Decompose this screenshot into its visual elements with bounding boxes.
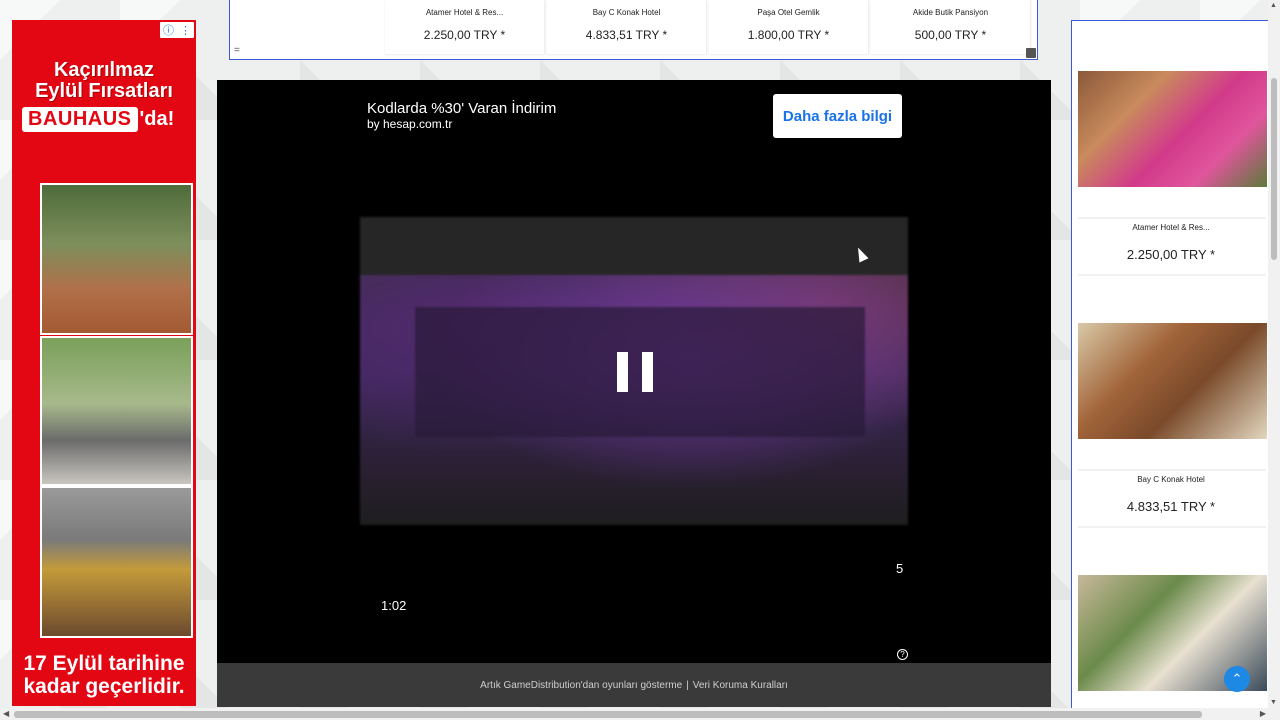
hotel-card-list: Atamer Hotel & Res... 2.250,00 TRY * Bay… (385, 0, 1031, 54)
hotel-name: Atamer Hotel & Res... (1132, 223, 1210, 232)
video-blurred-header (360, 217, 908, 275)
hotel-card[interactable]: Akide Butik Pansiyon 500,00 TRY * (871, 0, 1031, 54)
bauhaus-logo: BAUHAUS 'da! (22, 104, 188, 134)
ad-photo-power-drill (40, 486, 193, 638)
hotel-price: 4.833,51 TRY * (1126, 499, 1216, 514)
video-time: 1:02 (381, 598, 407, 613)
ad-headline-line2: Eylül Fırsatları (35, 80, 173, 102)
player-footer: Artık GameDistribution'dan oyunları göst… (217, 663, 1051, 707)
bauhaus-skyscraper-ad[interactable]: ⓘ ⋮ Kaçırılmaz Eylül Fırsatları BAUHAUS … (12, 20, 196, 706)
hotel-name: Bay C Konak Hotel (1137, 475, 1205, 484)
ad-tagline-line1: 17 Eylül tarihine (23, 652, 185, 675)
hotel-card[interactable]: Paşa Otel Gemlik 1.800,00 TRY * (709, 0, 869, 54)
ad-advertiser: by hesap.com.tr (367, 117, 453, 131)
hotel-card[interactable]: Atamer Hotel & Res... 2.250,00 TRY * (385, 0, 545, 54)
hotel-price: 1.800,00 TRY * (747, 28, 830, 42)
hotel-price: 500,00 TRY * (914, 28, 987, 42)
opt-out-link[interactable]: Artık GameDistribution'dan oyunları göst… (480, 680, 682, 691)
hotel-image[interactable] (1078, 71, 1267, 187)
right-hotel-widget: Atamer Hotel & Res... 2.250,00 TRY * Bay… (1071, 20, 1269, 708)
ad-tagline-line2: kadar geçerlidir. (23, 675, 185, 698)
video-ad-player[interactable]: Kodlarda %30' Varan İndirim by hesap.com… (217, 80, 1051, 707)
widget-menu-icon[interactable]: = (234, 45, 240, 56)
ad-headline-line1: Kaçırılmaz (53, 59, 155, 81)
hotel-name: Bay C Konak Hotel (592, 8, 661, 17)
hotel-name: Akide Butik Pansiyon (912, 8, 989, 17)
vertical-scroll-thumb[interactable] (1271, 78, 1277, 260)
hotel-name: Atamer Hotel & Res... (425, 8, 504, 17)
privacy-policy-link[interactable]: Veri Koruma Kuralları (693, 680, 788, 691)
ad-photo-garden-sofa (40, 336, 193, 486)
pause-icon[interactable] (617, 352, 653, 392)
ad-photo-patio-table (40, 183, 193, 335)
card-divider (1078, 469, 1266, 471)
card-divider (1078, 217, 1266, 219)
ad-tagline: 17 Eylül tarihine kadar geçerlidir. (12, 652, 196, 698)
hotel-image[interactable] (1078, 323, 1267, 439)
ad-headline: Kaçırılmaz Eylül Fırsatları (12, 60, 196, 102)
hotel-price: 4.833,51 TRY * (585, 28, 668, 42)
card-divider (1078, 526, 1266, 528)
scroll-down-arrow-icon[interactable]: ▼ (1270, 699, 1277, 706)
vertical-scrollbar[interactable]: ▲ ▼ (1268, 0, 1280, 708)
brand-name: BAUHAUS (22, 106, 138, 132)
scroll-up-arrow-icon[interactable]: ▲ (1270, 2, 1277, 9)
kebab-menu-icon[interactable]: ⋮ (180, 24, 191, 37)
footer-separator: | (686, 679, 689, 691)
scroll-to-top-button[interactable]: ⌃ (1224, 666, 1250, 692)
ad-info-controls[interactable]: ⓘ ⋮ (160, 22, 194, 38)
horizontal-scrollbar[interactable]: ◀ ▶ (0, 708, 1280, 720)
horizontal-scroll-thumb[interactable] (14, 711, 1202, 718)
hotel-card[interactable]: Bay C Konak Hotel 4.833,51 TRY * (547, 0, 707, 54)
hotel-price: 2.250,00 TRY * (1126, 247, 1216, 262)
scroll-left-arrow-icon[interactable]: ◀ (3, 709, 9, 718)
hotel-price: 2.250,00 TRY * (423, 28, 506, 42)
expand-icon[interactable] (1026, 48, 1036, 58)
hotel-name: Paşa Otel Gemlik (757, 8, 820, 17)
learn-more-button[interactable]: Daha fazla bilgi (773, 94, 902, 138)
brand-suffix: 'da! (139, 107, 175, 130)
scroll-right-arrow-icon[interactable]: ▶ (1260, 709, 1266, 718)
help-icon[interactable]: ? (897, 649, 908, 660)
skip-countdown: 5 (896, 561, 904, 576)
info-icon[interactable]: ⓘ (163, 22, 174, 38)
top-hotel-widget: Atamer Hotel & Res... 2.250,00 TRY * Bay… (229, 0, 1038, 60)
ad-title[interactable]: Kodlarda %30' Varan İndirim (367, 100, 556, 117)
card-divider (1078, 274, 1266, 276)
